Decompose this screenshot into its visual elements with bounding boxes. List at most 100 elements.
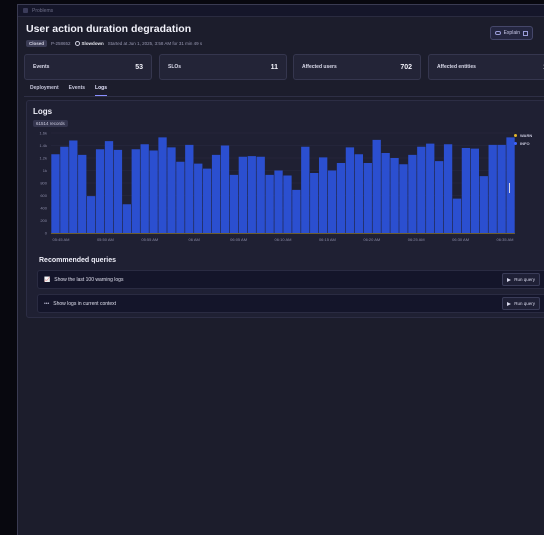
bar-info[interactable]	[372, 139, 381, 233]
bar-info[interactable]	[417, 146, 426, 233]
x-tick-label: 06:10 AM	[275, 237, 292, 242]
bar-info[interactable]	[426, 143, 435, 233]
bar-info[interactable]	[104, 141, 114, 233]
bar-info[interactable]	[452, 198, 462, 233]
card-affected-users[interactable]: Affected users 702	[293, 54, 421, 80]
y-tick-label: 1.2k	[39, 156, 47, 161]
bar-info[interactable]	[336, 163, 346, 233]
legend-label: INFO	[520, 141, 530, 146]
query-row[interactable]: ••• Show logs in current context Run que…	[37, 294, 544, 313]
bar-info[interactable]	[60, 146, 69, 233]
bar-info[interactable]	[140, 144, 149, 233]
logs-histogram[interactable]: 0 200 400 600 800 1k 1.2k 1.4k 1.6k 05:45 AM 05:50…	[27, 131, 544, 249]
bar-info[interactable]	[95, 149, 105, 233]
bar-info[interactable]	[194, 163, 203, 233]
legend-swatch-info	[514, 142, 517, 145]
logs-title: Logs	[33, 107, 53, 116]
bar-info[interactable]	[488, 144, 497, 233]
y-tick-label: 1.4k	[39, 143, 47, 148]
bar-info[interactable]	[86, 196, 96, 233]
bar-info[interactable]	[345, 147, 355, 233]
bar-info[interactable]	[399, 164, 408, 233]
bar-info[interactable]	[78, 154, 87, 233]
bar-info[interactable]	[497, 144, 506, 233]
bar-info[interactable]	[363, 163, 372, 233]
card-events[interactable]: Events 53	[24, 54, 152, 80]
bar-info[interactable]	[220, 145, 230, 234]
bar-info[interactable]	[149, 150, 158, 234]
bar-info[interactable]	[354, 154, 364, 233]
tab-events[interactable]: Events	[69, 85, 85, 96]
x-tick-label: 06:25 AM	[408, 237, 425, 242]
bar-info[interactable]	[256, 156, 265, 233]
bar-info[interactable]	[310, 173, 319, 233]
bar-info[interactable]	[113, 149, 123, 233]
recommended-queries-title: Recommended queries	[39, 257, 117, 264]
bar-info[interactable]	[202, 168, 212, 233]
query-label: Show logs in current context	[53, 300, 117, 307]
breadcrumb[interactable]: Problems	[32, 8, 53, 14]
bar-info[interactable]	[434, 161, 444, 233]
bar-info[interactable]	[211, 154, 221, 233]
legend-swatch-warn	[514, 134, 517, 137]
chart-legend: WARN INFO	[514, 133, 532, 149]
logs-panel: Logs 61514 records 0 200 400 600 800 1k 1.2k 1.…	[26, 100, 544, 318]
x-tick-label: 05:55 AM	[141, 237, 158, 242]
bar-info[interactable]	[283, 175, 292, 234]
y-tick-label: 1.6k	[39, 131, 47, 136]
card-value: 702	[400, 63, 412, 71]
bar-info[interactable]	[506, 137, 515, 233]
legend-item-warn[interactable]: WARN	[514, 133, 532, 138]
bar-info[interactable]	[265, 174, 274, 233]
tab-bar: Deployment Events Logs	[30, 85, 107, 96]
bar-info[interactable]	[122, 204, 132, 233]
grid-icon	[523, 30, 528, 36]
text-cursor	[509, 183, 510, 193]
query-label: Show the last 100 warning logs	[54, 276, 124, 283]
legend-item-info[interactable]: INFO	[514, 141, 532, 146]
x-tick-label: 05:50 AM	[97, 237, 114, 242]
x-tick-label: 05:45 AM	[53, 237, 70, 242]
bar-info[interactable]	[443, 144, 453, 233]
card-affected-entities[interactable]: Affected entities 1	[428, 54, 544, 80]
bar-info[interactable]	[167, 147, 176, 233]
card-label: SLOs	[168, 64, 182, 70]
bar-info[interactable]	[238, 156, 248, 233]
card-label: Affected entities	[437, 64, 476, 70]
run-query-button[interactable]: Run query	[502, 297, 540, 310]
card-slos[interactable]: SLOs 11	[159, 54, 287, 80]
bar-info[interactable]	[176, 161, 185, 233]
bar-info[interactable]	[51, 154, 60, 233]
bar-info[interactable]	[381, 153, 390, 233]
bar-info[interactable]	[470, 148, 480, 233]
play-icon	[507, 301, 512, 306]
bar-info[interactable]	[158, 137, 167, 233]
run-query-button[interactable]: Run query	[502, 273, 540, 286]
bar-info[interactable]	[131, 149, 140, 233]
bar-info[interactable]	[229, 174, 239, 233]
tab-deployment[interactable]: Deployment	[30, 85, 59, 96]
problem-id: P-258652	[51, 41, 71, 46]
problem-meta: Closed P-258652 Slowdown Started at Jun …	[26, 40, 202, 47]
explain-label: Explain	[503, 30, 520, 36]
bar-info[interactable]	[185, 144, 194, 233]
tab-logs[interactable]: Logs	[95, 85, 107, 96]
card-label: Events	[33, 64, 50, 70]
explain-button[interactable]: Explain	[489, 26, 533, 40]
severity-label: Slowdown	[81, 41, 104, 46]
bar-info[interactable]	[479, 176, 488, 233]
bar-info[interactable]	[327, 170, 337, 234]
bar-info[interactable]	[390, 158, 399, 233]
summary-cards: Events 53 SLOs 11 Affected users 702 Aff…	[24, 54, 544, 81]
bar-info[interactable]	[408, 154, 417, 233]
bar-info[interactable]	[318, 157, 328, 233]
bar-info[interactable]	[247, 156, 256, 233]
bar-info[interactable]	[301, 146, 310, 233]
query-row[interactable]: 📈 Show the last 100 warning logs Run que…	[37, 270, 544, 289]
bar-info[interactable]	[69, 140, 78, 234]
bar-info[interactable]	[292, 189, 301, 233]
bar-info[interactable]	[461, 148, 471, 233]
bar-info[interactable]	[274, 170, 283, 234]
card-value: 11	[270, 63, 278, 71]
run-query-label: Run query	[514, 277, 535, 282]
